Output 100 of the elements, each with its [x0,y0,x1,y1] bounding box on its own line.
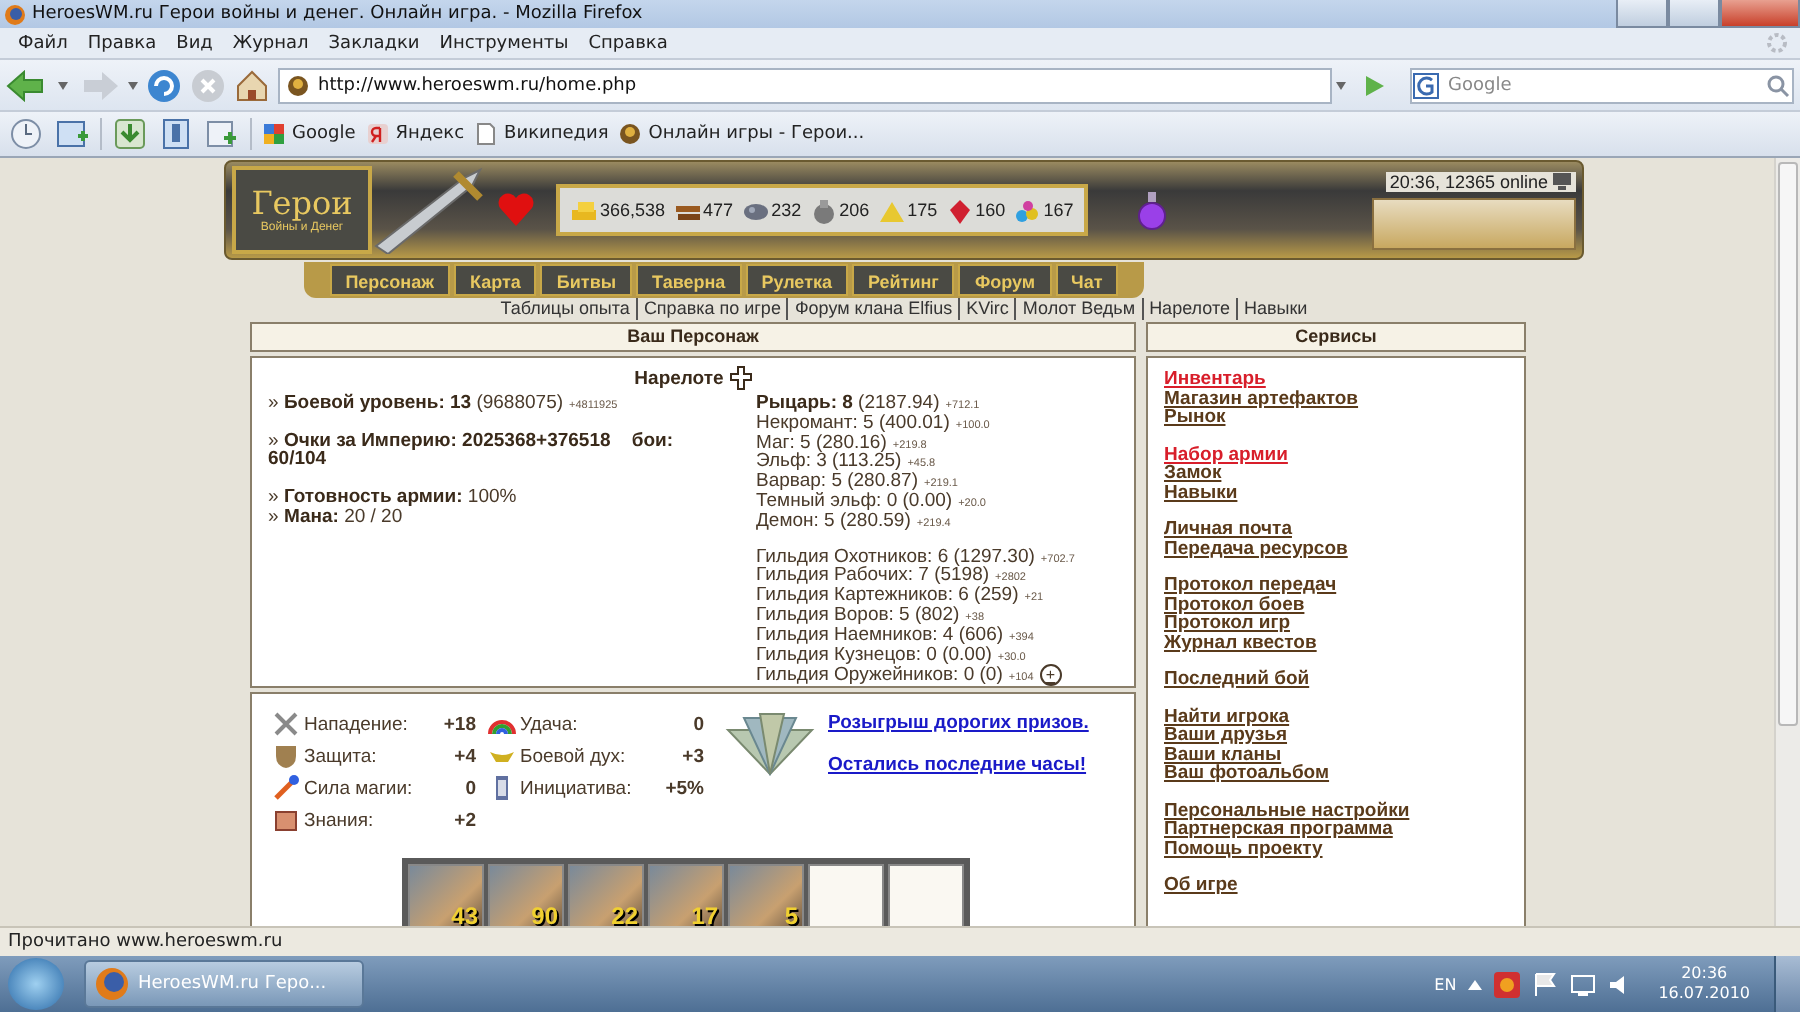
stat-text: » Готовность армии: 100% [268,486,517,509]
nav-link[interactable]: Справка по игре [635,298,787,320]
level-text: Гильдия Картежников: 6 (259) [756,586,1019,606]
nav-link[interactable]: Молот Ведьм [1014,298,1142,320]
menu-item[interactable]: Вид [166,33,223,53]
language-indicator[interactable]: EN [1434,975,1457,993]
service-link[interactable]: Об игре [1164,876,1508,895]
skill-value: +3 [680,745,704,767]
unit-count: 5 [784,902,798,926]
level-text: Маг: 5 (280.16) [756,433,887,453]
service-link[interactable]: Журнал квестов [1164,633,1508,652]
search-box[interactable]: Google [1410,67,1794,103]
menu-item[interactable]: Правка [77,33,167,53]
panel-header: Сервисы [1146,322,1526,352]
nav-tab[interactable]: Карта [454,264,537,296]
unit-count: 43 [451,902,478,926]
nav-tab[interactable]: Форум [958,264,1052,296]
level-text: Гильдия Воров: 5 (802) [756,605,960,626]
nav-link[interactable]: Форум клана Elfius [786,298,959,320]
nav-tab[interactable]: Чат [1055,264,1119,296]
logo-title: Герои [251,186,353,222]
resource-count: 477 [703,200,734,220]
bookmark-link[interactable]: Онлайн игры - Герои... [648,124,865,144]
skill-value: +2 [452,809,476,831]
service-link[interactable]: Ваши друзья [1164,726,1508,745]
skill-value: +4 [452,745,476,767]
skill-label: Защита: [304,745,379,767]
skill-value: +18 [441,713,476,735]
resource-count: 232 [771,200,802,220]
nav-tab[interactable]: Битвы [540,264,633,296]
service-link[interactable]: Инвентарь [1164,370,1508,389]
level-text: Некромант: 5 (400.01) [756,413,950,433]
promo-link[interactable]: Остались последние часы! [828,754,1089,776]
service-link[interactable]: Персональные настройки [1164,801,1508,820]
search-field[interactable]: Google [1444,71,1764,99]
service-link[interactable]: Помощь проекту [1164,839,1508,858]
skill-label: Инициатива: [520,777,634,799]
skill-value: +5% [663,777,704,799]
clock-time: 20:36 [1681,964,1728,984]
service-link[interactable]: Набор армии [1164,445,1508,464]
skill-label: Боевой дух: [520,745,628,767]
nav-tab[interactable]: Персонаж [329,264,450,296]
level-text: Гильдия Оружейников: 0 (0) [756,666,1003,687]
nav-tab[interactable]: Таверна [636,264,742,296]
nav-link[interactable]: Навыки [1235,298,1314,320]
unit-count: 90 [531,902,558,926]
service-link[interactable]: Последний бой [1164,670,1508,689]
address-field[interactable]: http://www.heroeswm.ru/home.php [278,67,1332,103]
panel-header: Ваш Персонаж [250,322,1136,352]
service-link[interactable]: Ваш фотоальбом [1164,764,1508,783]
level-text: Гильдия Охотников: 6 (1297.30) [756,547,1035,567]
menu-item[interactable]: Справка [578,33,678,53]
promo-link[interactable]: Розыгрыш дорогих призов. [828,712,1089,734]
level-text: Демон: 5 (280.59) [756,511,911,531]
resource-count: 167 [1043,200,1074,220]
service-link[interactable]: Рынок [1164,408,1508,427]
skill-value: 0 [463,777,476,799]
service-link[interactable]: Личная почта [1164,520,1508,539]
level-text: Варвар: 5 (280.87) [756,472,918,492]
bookmark-link[interactable]: Google [292,124,356,144]
service-link[interactable]: Навыки [1164,483,1508,502]
clock-date: 16.07.2010 [1658,984,1750,1004]
skill-label: Удача: [520,713,580,735]
service-link[interactable]: Замок [1164,464,1508,483]
skill-label: Сила магии: [304,777,415,799]
service-link[interactable]: Магазин артефактов [1164,389,1508,408]
nav-tab[interactable]: Рулетка [745,264,848,296]
online-status: 20:36, 12365 online [1389,171,1548,191]
stat-text: » Очки за Империю: 2025368+376518 бои: 60/104 [268,429,675,471]
bookmark-link[interactable]: Википедия [504,124,609,144]
menu-item[interactable]: Журнал [222,33,319,53]
service-link[interactable]: Партнерская программа [1164,820,1508,839]
service-link[interactable]: Протокол игр [1164,614,1508,633]
level-text: Гильдия Кузнецов: 0 (0.00) [756,645,992,665]
level-text: Эльф: 3 (113.25) [756,452,902,473]
unit-count: 22 [611,902,638,926]
status-text: Прочитано www.heroeswm.ru [8,932,283,952]
service-link[interactable]: Ваши кланы [1164,745,1508,764]
menu-item[interactable]: Файл [8,33,78,53]
menu-item[interactable]: Закладки [318,33,430,53]
bookmark-link[interactable]: Яндекс [395,124,465,144]
level-text: Рыцарь: 8 (2187.94) [756,394,940,414]
nav-link[interactable]: Таблицы опыта [494,298,636,320]
menu-item[interactable]: Инструменты [429,33,579,53]
service-link[interactable]: Найти игрока [1164,707,1508,726]
service-link[interactable]: Протокол передач [1164,576,1508,595]
character-name: Нарелоте [634,367,724,389]
plus-button[interactable]: + [1039,664,1062,687]
stat-text: » Боевой уровень: 13 (9688075) [268,392,564,414]
nav-tab[interactable]: Рейтинг [851,264,955,296]
level-text: Темный эльф: 0 (0.00) [756,491,953,512]
resource-count: 160 [975,200,1006,220]
nav-link[interactable]: KVirc [958,298,1015,320]
skill-value: 0 [691,713,704,735]
service-link[interactable]: Передача ресурсов [1164,539,1508,558]
window-title: HeroesWM.ru Герои войны и денег. Онлайн игра. - Mozilla Firefox [32,4,643,24]
unit-count: 17 [691,902,718,926]
service-link[interactable]: Протокол боев [1164,595,1508,614]
skill-label: Знания: [304,809,376,831]
nav-link[interactable]: Нарелоте [1141,298,1236,320]
